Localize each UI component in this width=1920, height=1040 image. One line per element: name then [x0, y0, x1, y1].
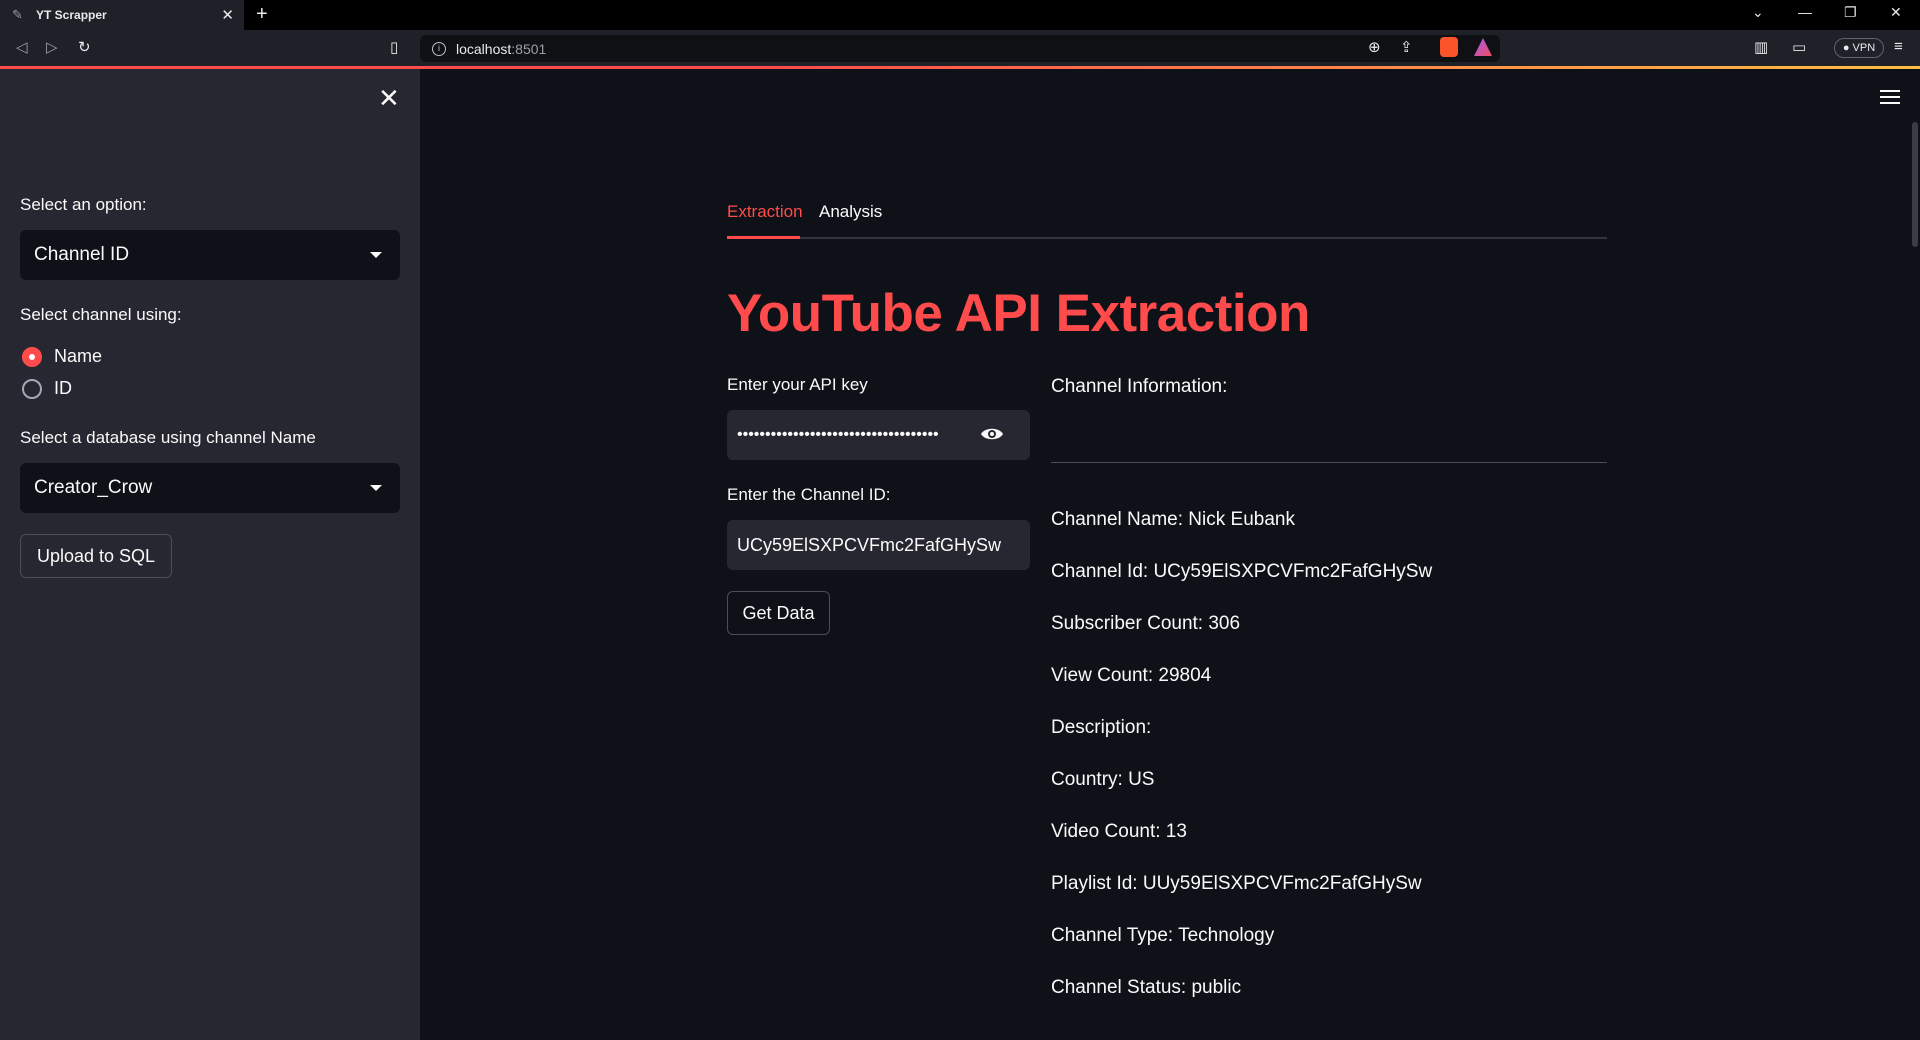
- site-info-icon[interactable]: i: [432, 41, 446, 56]
- info-playlist-id: Playlist Id: UUy59ElSXPCVFmc2FafGHySw: [1051, 873, 1422, 894]
- show-password-icon[interactable]: [980, 426, 1004, 442]
- database-select-value: Creator_Crow: [34, 477, 153, 498]
- restore-icon[interactable]: ❐: [1844, 4, 1857, 21]
- info-country: Country: US: [1051, 769, 1155, 790]
- vpn-button[interactable]: ● VPN: [1834, 38, 1884, 58]
- get-data-button[interactable]: Get Data: [727, 591, 830, 635]
- radio-label: ID: [54, 378, 72, 398]
- url-text: localhost:8501: [456, 40, 547, 57]
- sidebar: ✕ Select an option: Channel ID Select ch…: [0, 69, 420, 1040]
- radio-label: Name: [54, 346, 103, 366]
- browser-tab-bar: ✎ YT Scrapper ✕ + ⌄ — ❐ ✕: [0, 0, 1920, 30]
- back-icon[interactable]: ◁: [16, 38, 28, 56]
- tab-divider: [727, 237, 1607, 239]
- brave-shields-icon[interactable]: [1440, 37, 1458, 57]
- info-channel-id: Channel Id: UCy59ElSXPCVFmc2FafGHySw: [1051, 561, 1433, 582]
- address-bar[interactable]: i localhost:8501: [420, 35, 1500, 62]
- bookmark-icon[interactable]: ▯: [390, 38, 398, 56]
- minimize-icon[interactable]: —: [1798, 4, 1812, 20]
- chevron-down-icon: [370, 252, 382, 258]
- info-channel-type: Channel Type: Technology: [1051, 925, 1275, 946]
- radio-option-name[interactable]: Name: [22, 346, 102, 367]
- streamlit-favicon-icon: ✎: [12, 7, 23, 22]
- browser-toolbar: ◁ ▷ ↻ ▯ i localhost:8501 ⊕ ⇪ ▥ ▭ ● VPN ≡: [0, 30, 1920, 68]
- wallet-icon[interactable]: ▭: [1792, 38, 1806, 56]
- info-view-count: View Count: 29804: [1051, 665, 1212, 686]
- upload-to-sql-button[interactable]: Upload to SQL: [20, 534, 172, 578]
- info-video-count: Video Count: 13: [1051, 821, 1187, 842]
- info-description: Description:: [1051, 717, 1152, 738]
- sidebar-close-icon[interactable]: ✕: [378, 85, 400, 111]
- channel-id-label: Enter the Channel ID:: [727, 485, 891, 504]
- share-icon[interactable]: ⇪: [1400, 38, 1413, 56]
- tab-list: Extraction Analysis: [727, 200, 1607, 240]
- tab-analysis[interactable]: Analysis: [819, 202, 882, 222]
- radio-unselected-icon[interactable]: [22, 378, 42, 399]
- zoom-icon[interactable]: ⊕: [1368, 38, 1381, 56]
- api-key-label: Enter your API key: [727, 375, 868, 394]
- page-title: YouTube API Extraction: [727, 284, 1310, 343]
- info-channel-name: Channel Name: Nick Eubank: [1051, 509, 1295, 530]
- reload-icon[interactable]: ↻: [78, 38, 91, 56]
- sidebar-toggle-icon[interactable]: ▥: [1754, 38, 1768, 56]
- tab-search-icon[interactable]: ⌄: [1752, 4, 1764, 21]
- channel-info-header: Channel Information:: [1051, 376, 1228, 397]
- browser-menu-icon[interactable]: ≡: [1894, 38, 1903, 55]
- channel-id-value: UCy59ElSXPCVFmc2FafGHySw: [737, 534, 1002, 555]
- tab-extraction[interactable]: Extraction: [727, 202, 803, 222]
- app-menu-icon[interactable]: [1880, 90, 1900, 108]
- radio-selected-icon[interactable]: [22, 346, 42, 367]
- window-close-icon[interactable]: ✕: [1890, 4, 1902, 21]
- channel-id-input[interactable]: UCy59ElSXPCVFmc2FafGHySw: [727, 520, 1030, 570]
- option-select-value: Channel ID: [34, 244, 130, 265]
- scrollbar[interactable]: [1912, 122, 1918, 247]
- active-tab-indicator: [727, 236, 800, 239]
- info-subscriber-count: Subscriber Count: 306: [1051, 613, 1241, 634]
- api-key-value: ••••••••••••••••••••••••••••••••••••: [737, 426, 939, 443]
- option-select[interactable]: Channel ID: [20, 230, 400, 280]
- database-select[interactable]: Creator_Crow: [20, 463, 400, 513]
- channel-using-label: Select channel using:: [20, 305, 182, 324]
- tab-close-icon[interactable]: ✕: [221, 6, 234, 24]
- tab-title: YT Scrapper: [36, 8, 107, 22]
- api-key-input[interactable]: ••••••••••••••••••••••••••••••••••••: [727, 410, 1030, 460]
- database-label: Select a database using channel Name: [20, 428, 316, 447]
- forward-icon[interactable]: ▷: [46, 38, 58, 56]
- info-divider: [1051, 462, 1607, 463]
- info-channel-status: Channel Status: public: [1051, 977, 1242, 998]
- browser-tab[interactable]: ✎ YT Scrapper ✕: [0, 0, 244, 30]
- new-tab-icon[interactable]: +: [256, 3, 268, 26]
- radio-option-id[interactable]: ID: [22, 378, 72, 399]
- option-label: Select an option:: [20, 195, 147, 214]
- chevron-down-icon: [370, 485, 382, 491]
